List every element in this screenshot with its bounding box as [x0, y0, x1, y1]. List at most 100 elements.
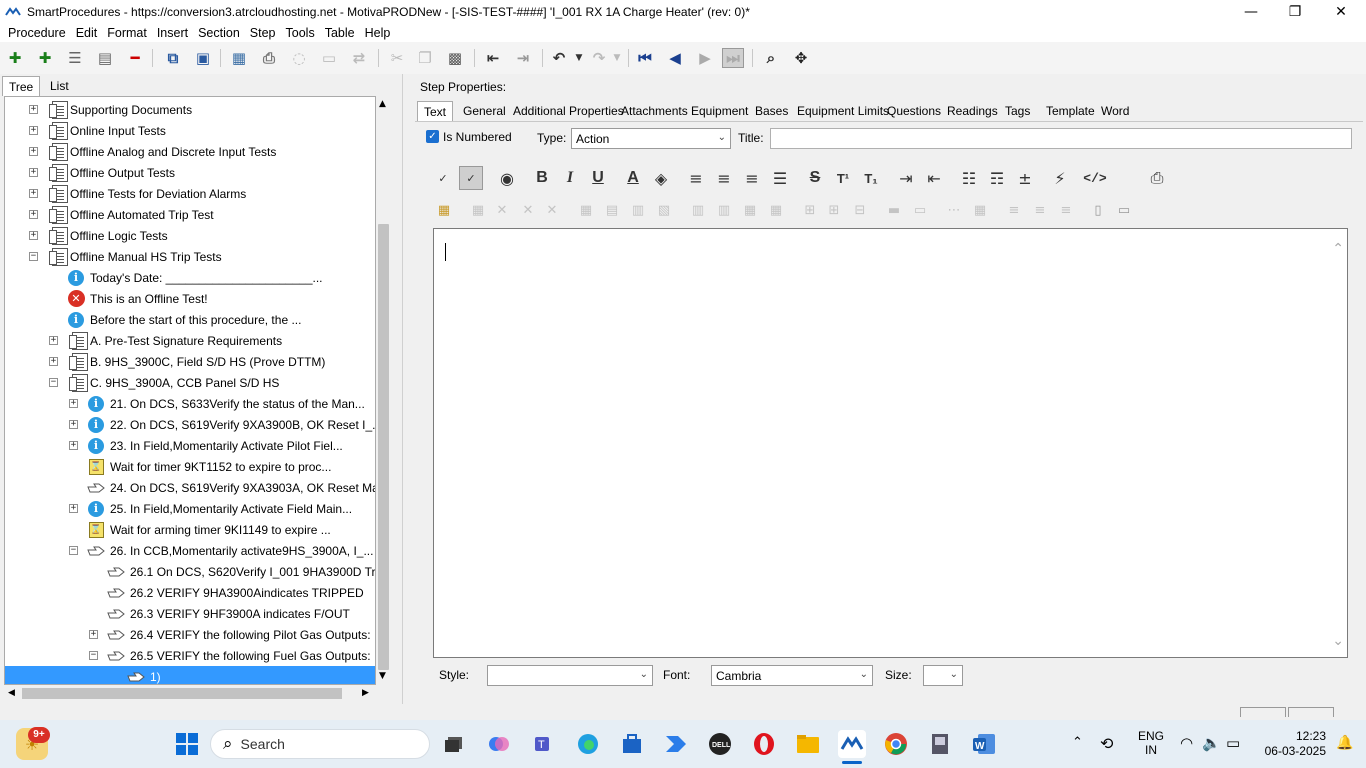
tab-bases[interactable]: Bases [749, 101, 794, 121]
expand-icon[interactable]: + [29, 147, 38, 156]
html-source-button[interactable]: </> [1083, 166, 1107, 190]
expand-icon[interactable]: + [29, 231, 38, 240]
tab-text[interactable]: Text [417, 101, 454, 121]
title-input[interactable] [770, 128, 1352, 149]
collapse-icon[interactable]: − [49, 378, 58, 387]
find-icon[interactable]: ⌕ [760, 48, 782, 68]
tab-attachments[interactable]: Attachments [615, 101, 694, 121]
tab-general[interactable]: General [457, 101, 512, 121]
edge-icon[interactable] [574, 730, 602, 758]
tree-item[interactable]: + B. 9HS_3900C, Field S/D HS (Prove DTTM… [5, 351, 375, 372]
tree-item[interactable]: ⌛ Wait for timer 9KT1152 to expire to pr… [5, 456, 375, 477]
tab-equipment-limits[interactable]: Equipment Limits [791, 101, 895, 121]
decrease-indent-icon[interactable]: ⇤ [922, 166, 946, 190]
insert-line-icon[interactable]: ± [1013, 166, 1037, 190]
tab-questions[interactable]: Questions [881, 101, 947, 121]
strikethrough-button[interactable]: S [803, 166, 827, 190]
network-icon[interactable]: ⟲ [1100, 734, 1113, 753]
save-icon[interactable]: ▣ [192, 48, 214, 68]
previous-icon[interactable]: ◀ [664, 48, 686, 68]
tree-item[interactable]: − Offline Manual HS Trip Tests [5, 246, 375, 267]
collapse-icon[interactable]: − [69, 546, 78, 555]
tree-item[interactable]: ✕ This is an Offline Test! [5, 288, 375, 309]
add-icon[interactable]: ✚ [4, 48, 26, 68]
expand-icon[interactable]: + [29, 126, 38, 135]
collapse-icon[interactable]: − [89, 651, 98, 660]
expand-icon[interactable]: + [29, 168, 38, 177]
menu-table[interactable]: Table [320, 26, 360, 40]
print-preview-icon[interactable]: ⎙ [1145, 166, 1169, 190]
outdent-icon[interactable]: ⇤ [482, 48, 504, 68]
move-icon[interactable]: ✥ [790, 48, 812, 68]
tree-item[interactable]: + 26.4 VERIFY the following Pilot Gas Ou… [5, 624, 375, 645]
teams-icon[interactable]: T [530, 730, 558, 758]
spellcheck-icon[interactable]: ✓ [431, 166, 455, 190]
expand-icon[interactable]: + [69, 399, 78, 408]
opera-icon[interactable] [750, 730, 778, 758]
tree-item[interactable]: + i 25. In Field,Momentarily Activate Fi… [5, 498, 375, 519]
tree-item[interactable]: + A. Pre-Test Signature Requirements [5, 330, 375, 351]
tree-horizontal-scrollbar[interactable]: ◀ ▶ [4, 685, 376, 702]
menu-insert[interactable]: Insert [152, 26, 193, 40]
power-automate-icon[interactable] [662, 730, 690, 758]
save-copy-icon[interactable]: ⧉ [162, 48, 184, 68]
tree-vertical-scrollbar[interactable]: ▲ ▼ [376, 96, 391, 685]
font-color-button[interactable]: A [621, 166, 645, 190]
expand-icon[interactable]: + [29, 105, 38, 114]
chrome-icon[interactable] [882, 730, 910, 758]
is-numbered-checkbox[interactable]: ✓ [426, 130, 439, 143]
tab-readings[interactable]: Readings [941, 101, 1004, 121]
minimize-button[interactable]: — [1228, 0, 1274, 24]
undo-dropdown-icon[interactable]: ▼ [568, 48, 590, 68]
tree-item[interactable]: 26.3 VERIFY 9HF3900A indicates F/OUT [5, 603, 375, 624]
style-select[interactable]: ⌄ [487, 665, 653, 686]
tree-item[interactable]: + i 22. On DCS, S619Verify 9XA3900B, OK … [5, 414, 375, 435]
tree-item-selected[interactable]: 1) [5, 666, 375, 684]
menu-section[interactable]: Section [193, 26, 245, 40]
step-text-editor[interactable]: ⌃ ⌄ [433, 228, 1348, 658]
start-icon[interactable] [173, 730, 201, 758]
store-icon[interactable] [618, 730, 646, 758]
paste-icon[interactable]: ▩ [444, 48, 466, 68]
wifi-icon[interactable]: ◠ [1180, 734, 1193, 752]
scroll-thumb[interactable] [378, 224, 389, 670]
scroll-thumb[interactable] [22, 688, 342, 699]
subscript-button[interactable]: T₁ [859, 166, 883, 190]
publish-icon[interactable]: ▦ [228, 48, 250, 68]
indent-icon[interactable]: ⇥ [512, 48, 534, 68]
tree-item[interactable]: + Offline Logic Tests [5, 225, 375, 246]
fill-color-icon[interactable]: ◈ [649, 166, 673, 190]
expand-icon[interactable]: + [69, 504, 78, 513]
print-icon[interactable]: ⎙ [258, 48, 280, 68]
align-right-icon[interactable]: ≡ [740, 166, 764, 190]
italic-button[interactable]: I [558, 166, 582, 190]
tree-item[interactable]: + Offline Automated Trip Test [5, 204, 375, 225]
undo-icon[interactable]: ↶ [548, 48, 570, 68]
scroll-right-icon[interactable]: ▶ [362, 688, 369, 698]
tree-item[interactable]: 26.2 VERIFY 9HA3900Aindicates TRIPPED [5, 582, 375, 603]
horizontal-bar-icon[interactable]: ▭ [1113, 199, 1135, 221]
first-icon[interactable]: ⏮ [634, 48, 656, 68]
editor-scroll-down-icon[interactable]: ⌄ [1332, 633, 1344, 649]
expand-icon[interactable]: + [29, 210, 38, 219]
tree-item[interactable]: + Offline Output Tests [5, 162, 375, 183]
expand-icon[interactable]: + [49, 336, 58, 345]
tab-list[interactable]: List [44, 76, 75, 96]
tree-item[interactable]: + Offline Analog and Discrete Input Test… [5, 141, 375, 162]
tree-item[interactable]: + i 21. On DCS, S633Verify the status of… [5, 393, 375, 414]
size-select[interactable]: ⌄ [923, 665, 963, 686]
bold-button[interactable]: B [530, 166, 554, 190]
magic-wand-icon[interactable]: ⚡ [1048, 166, 1072, 190]
close-button[interactable]: ✕ [1318, 0, 1364, 24]
tree-item[interactable]: i Today's Date: ______________________..… [5, 267, 375, 288]
tree-item[interactable]: + i 23. In Field,Momentarily Activate Pi… [5, 435, 375, 456]
align-left-icon[interactable]: ≡ [684, 166, 708, 190]
tab-tree[interactable]: Tree [2, 76, 41, 96]
menu-tools[interactable]: Tools [281, 26, 320, 40]
expand-icon[interactable]: + [69, 420, 78, 429]
font-select[interactable]: Cambria ⌄ [711, 665, 873, 686]
highlight-icon[interactable]: ◉ [495, 166, 519, 190]
collapse-icon[interactable]: − [29, 252, 38, 261]
remote-app-icon[interactable] [926, 730, 954, 758]
word-icon[interactable]: W [970, 730, 998, 758]
